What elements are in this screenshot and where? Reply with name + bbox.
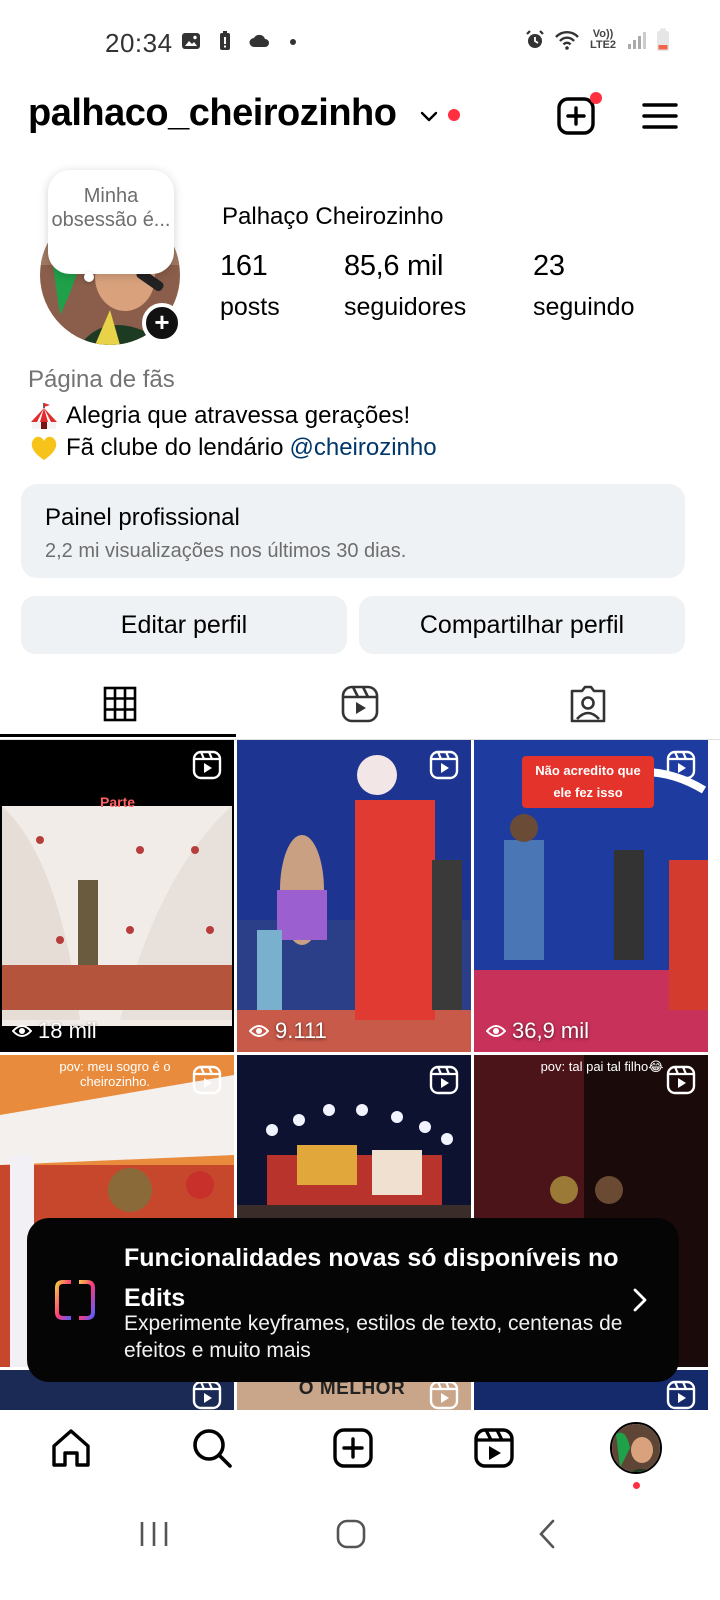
wifi-icon <box>555 31 579 50</box>
tab-posts[interactable] <box>0 668 240 740</box>
display-name: Palhaço Cheirozinho <box>222 203 444 230</box>
note-text: Minha obsessão é... <box>51 185 171 231</box>
view-count: 36,9 mil <box>486 1018 589 1044</box>
profile-tab-avatar[interactable] <box>610 1422 662 1474</box>
eye-icon <box>486 1025 506 1037</box>
reel-badge-icon <box>666 750 696 780</box>
battery-icon <box>657 28 669 51</box>
network-label: Vo)) LTE2 <box>589 28 617 51</box>
create-icon[interactable] <box>331 1426 375 1470</box>
post-thumbnail <box>237 740 471 1052</box>
account-notification-dot <box>448 109 460 121</box>
professional-dashboard[interactable]: Painel profissional 2,2 mi visualizações… <box>21 484 685 578</box>
eye-icon <box>12 1025 32 1037</box>
view-count-text: 18 mil <box>38 1018 97 1043</box>
view-count: 9.111 <box>249 1018 327 1044</box>
status-bar: 20:34 Vo)) LTE2 <box>0 0 720 88</box>
profile-bio: Alegria que atravessa gerações! Fã clube… <box>28 400 437 464</box>
banner-subtitle: Experimente keyframes, estilos de texto,… <box>124 1312 623 1362</box>
stat-followers[interactable]: 85,6 mil seguidores <box>344 250 466 322</box>
stat-posts[interactable]: 161 posts <box>220 250 280 322</box>
back-icon[interactable] <box>528 1514 568 1554</box>
new-post-notification-dot <box>590 92 602 104</box>
more-dot-icon <box>290 39 296 45</box>
username[interactable]: palhaco_cheirozinho <box>28 92 397 135</box>
stat-following[interactable]: 23 seguindo <box>533 250 634 322</box>
reel-badge-icon <box>429 1065 459 1095</box>
grid-post[interactable]: Parte 18 mil <box>0 740 234 1052</box>
share-profile-button[interactable]: Compartilhar perfil <box>359 596 685 654</box>
avatar-image <box>612 1424 660 1472</box>
bio-line2: Fã clube do lendário <box>66 434 284 461</box>
cloud-icon <box>249 34 269 47</box>
reel-badge-icon <box>666 1065 696 1095</box>
search-icon[interactable] <box>190 1426 234 1470</box>
view-count: 18 mil <box>12 1018 97 1044</box>
reels-icon <box>341 685 379 723</box>
active-tab-indicator <box>0 734 236 737</box>
stat-value: 85,6 mil <box>344 250 444 282</box>
view-count-text: 9.111 <box>275 1018 327 1043</box>
profile-notification-dot <box>633 1482 640 1489</box>
circus-tent-icon <box>31 403 57 429</box>
status-time: 20:34 <box>105 28 173 58</box>
edits-promo-banner[interactable]: Funcionalidades novas só disponíveis no … <box>27 1218 679 1382</box>
stat-label: seguindo <box>533 293 635 321</box>
post-overlay-text: pov: meu sogro é o cheirozinho. <box>59 1059 171 1089</box>
note-bubble-tail <box>84 272 94 282</box>
reel-badge-icon <box>192 1380 222 1410</box>
profile-category: Página de fãs <box>28 366 175 393</box>
system-nav-bar <box>0 1490 720 1600</box>
home-icon[interactable] <box>49 1426 93 1470</box>
post-overlay-text: pov: tal pai tal filho😂 <box>540 1059 664 1074</box>
reel-badge-icon <box>429 750 459 780</box>
bio-line1: Alegria que atravessa gerações! <box>66 402 411 429</box>
post-thumbnail <box>0 740 234 1052</box>
dashboard-subtitle: 2,2 mi visualizações nos últimos 30 dias… <box>45 540 407 562</box>
content-tabs <box>0 668 720 740</box>
chevron-down-icon[interactable] <box>418 106 440 128</box>
stat-value: 161 <box>220 250 268 282</box>
gallery-icon <box>182 33 200 49</box>
alarm-icon <box>526 30 544 48</box>
stat-value: 23 <box>533 250 565 282</box>
chevron-right-icon[interactable] <box>627 1286 653 1314</box>
recent-apps-icon[interactable] <box>134 1514 174 1554</box>
yellow-heart-icon <box>31 436 57 460</box>
note-bubble[interactable]: Minha obsessão é... <box>48 170 174 274</box>
stat-label: seguidores <box>344 293 467 321</box>
banner-title: Funcionalidades novas só disponíveis no … <box>124 1244 619 1312</box>
edits-app-icon <box>55 1280 95 1320</box>
reel-badge-icon <box>666 1380 696 1410</box>
post-overlay-text: Parte <box>100 794 136 810</box>
reels-icon[interactable] <box>472 1426 516 1470</box>
reel-badge-icon <box>192 750 222 780</box>
profile-header: palhaco_cheirozinho <box>0 88 720 148</box>
grid-post[interactable]: 9.111 <box>237 740 471 1052</box>
home-button-icon[interactable] <box>331 1514 371 1554</box>
menu-icon[interactable] <box>640 96 680 136</box>
view-count-text: 36,9 mil <box>512 1018 590 1043</box>
eye-icon <box>249 1025 269 1037</box>
grid-post[interactable]: Não acredito que ele fez isso 36,9 mil <box>474 740 708 1052</box>
tab-tagged[interactable] <box>468 668 708 740</box>
reel-badge-icon <box>429 1380 459 1410</box>
signal-icon <box>628 32 646 49</box>
tagged-icon <box>570 685 606 723</box>
bio-mention-link[interactable]: @cheirozinho <box>289 432 436 464</box>
tab-reels[interactable] <box>240 668 480 740</box>
add-story-icon[interactable]: + <box>142 303 182 343</box>
dashboard-title: Painel profissional <box>45 504 240 531</box>
stat-label: posts <box>220 293 280 321</box>
post-overlay-text: Não acredito que ele fez isso <box>522 756 654 808</box>
reel-badge-icon <box>192 1065 222 1095</box>
edit-profile-button[interactable]: Editar perfil <box>21 596 347 654</box>
bottom-nav <box>0 1410 720 1490</box>
grid-icon <box>103 686 137 722</box>
battery-alert-icon <box>220 31 230 50</box>
